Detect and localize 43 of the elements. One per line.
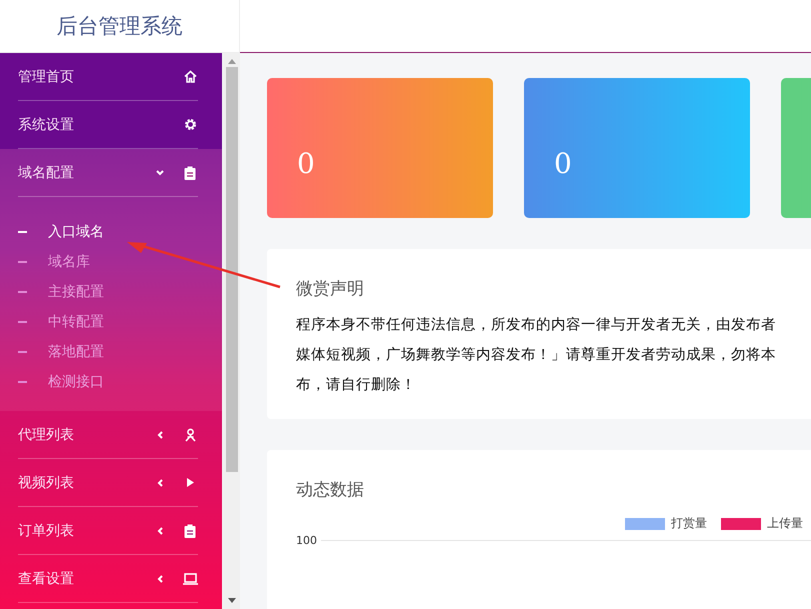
notice-text: 媒体短视频，广场舞教学等内容发布！」请尊重开发者劳动成果，勿将本 — [296, 346, 777, 365]
dash-icon — [18, 290, 27, 294]
scrollbar[interactable] — [223, 53, 240, 609]
notice-text: 程序本身不带任何违法信息，所发布的内容一律与开发者无关，由发布者 — [296, 316, 777, 335]
sidebar-item[interactable]: 订单列表 — [18, 507, 198, 555]
scroll-up-icon[interactable] — [228, 59, 236, 64]
submenu-item[interactable]: 入口域名 — [18, 217, 198, 247]
sidebar-item[interactable]: 视频列表 — [18, 459, 198, 507]
panel-title: 微赏声明 — [296, 278, 365, 300]
chevron-down-icon — [155, 168, 165, 176]
submenu-item[interactable]: 主接配置 — [18, 277, 198, 307]
notice-text: 布，请自行删除！ — [296, 376, 417, 395]
panel-title: 动态数据 — [296, 479, 365, 501]
clipboard-icon — [184, 166, 196, 180]
app-title: 后台管理系统 — [56, 13, 182, 40]
gear-icon — [184, 118, 196, 131]
legend-label: 上传量 — [767, 515, 803, 532]
dash-icon — [18, 380, 27, 384]
laptop-icon — [182, 572, 198, 584]
clipboard-icon — [184, 524, 196, 538]
sidebar-item[interactable]: 查看设置 — [18, 555, 198, 603]
stat-value: 0 — [297, 147, 315, 180]
submenu-item[interactable]: 落地配置 — [18, 337, 198, 367]
chevron-left-icon — [156, 430, 164, 440]
sidebar-item[interactable]: 代理列表 — [18, 411, 198, 459]
legend-label: 打赏量 — [671, 515, 707, 532]
dash-icon — [18, 230, 27, 234]
chevron-left-icon — [156, 526, 164, 536]
axis-label: 100 — [296, 534, 317, 547]
submenu-item[interactable]: 检测接口 — [18, 367, 198, 397]
submenu-item[interactable]: 域名库 — [18, 247, 198, 277]
person-icon — [184, 428, 196, 442]
submenu-item[interactable]: 中转配置 — [18, 307, 198, 337]
sidebar-item[interactable]: 域名配置 — [18, 149, 198, 197]
dash-icon — [18, 260, 27, 264]
chevron-left-icon — [156, 574, 164, 584]
dash-icon — [18, 320, 27, 324]
chevron-left-icon — [156, 478, 164, 488]
play-icon — [186, 477, 194, 488]
home-icon — [184, 70, 196, 83]
stat-value: 0 — [554, 147, 572, 180]
scroll-down-icon[interactable] — [228, 598, 236, 603]
dash-icon — [18, 350, 27, 354]
